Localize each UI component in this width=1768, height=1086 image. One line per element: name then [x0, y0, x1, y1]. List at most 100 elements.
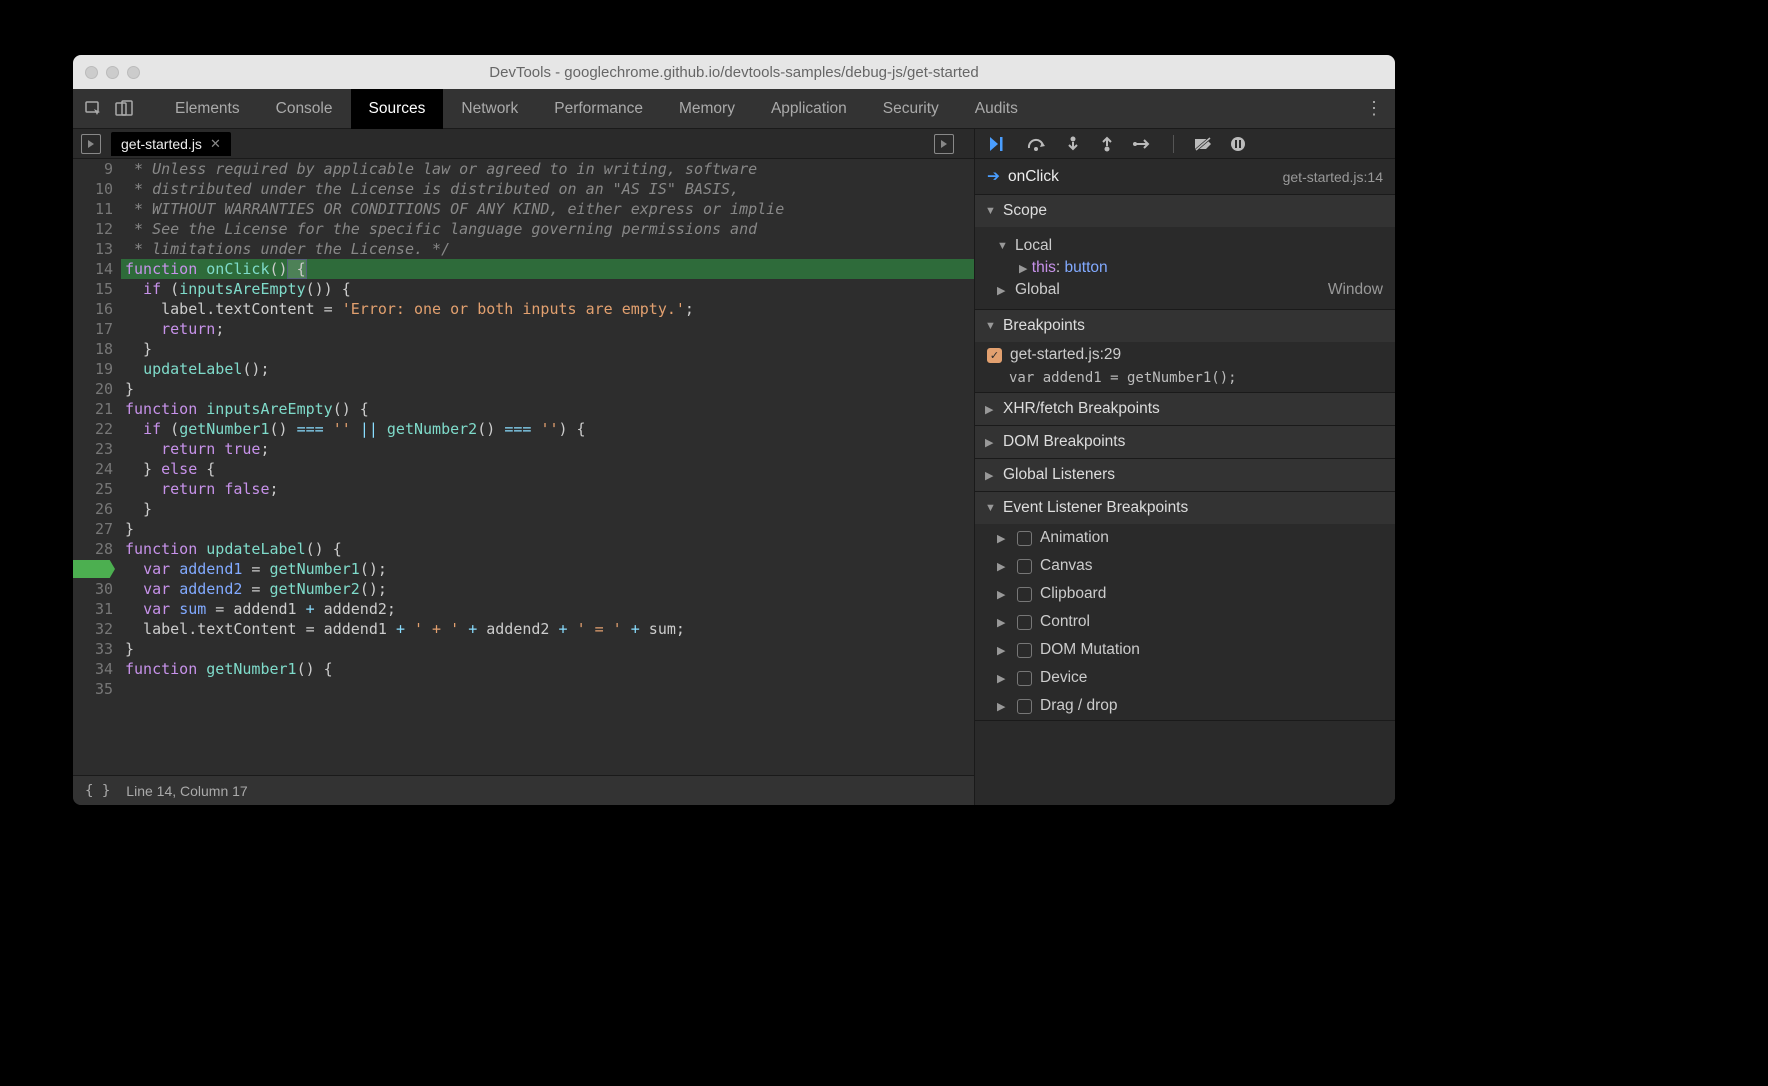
code-line[interactable]: } [121, 519, 974, 539]
event-checkbox[interactable] [1017, 559, 1032, 574]
gutter-line[interactable]: 17 [73, 319, 113, 339]
tab-audits[interactable]: Audits [957, 89, 1036, 129]
code-line[interactable]: return; [121, 319, 974, 339]
code-line[interactable]: } else { [121, 459, 974, 479]
gutter-line[interactable]: 20 [73, 379, 113, 399]
gutter-line[interactable]: 18 [73, 339, 113, 359]
event-checkbox[interactable] [1017, 587, 1032, 602]
code-line[interactable]: function updateLabel() { [121, 539, 974, 559]
code-line[interactable]: * WITHOUT WARRANTIES OR CONDITIONS OF AN… [121, 199, 974, 219]
scope-header[interactable]: ▼Scope [975, 195, 1395, 227]
tab-performance[interactable]: Performance [536, 89, 661, 129]
code-line[interactable]: * limitations under the License. */ [121, 239, 974, 259]
code-line[interactable]: } [121, 499, 974, 519]
code-line[interactable]: var addend1 = getNumber1(); [121, 559, 974, 579]
code-line[interactable]: } [121, 379, 974, 399]
gutter-line[interactable]: 11 [73, 199, 113, 219]
gutter-line[interactable]: 32 [73, 619, 113, 639]
code-line[interactable]: } [121, 639, 974, 659]
gutter-line[interactable]: 25 [73, 479, 113, 499]
gutter-line[interactable]: 31 [73, 599, 113, 619]
code-line[interactable]: return true; [121, 439, 974, 459]
tab-console[interactable]: Console [258, 89, 351, 129]
breakpoints-header[interactable]: ▼Breakpoints [975, 310, 1395, 342]
inspect-icon[interactable] [85, 100, 103, 118]
gutter-line[interactable]: 23 [73, 439, 113, 459]
code-line[interactable]: label.textContent = addend1 + ' + ' + ad… [121, 619, 974, 639]
gutter-line[interactable]: 21 [73, 399, 113, 419]
code-line[interactable]: if (inputsAreEmpty()) { [121, 279, 974, 299]
code-line[interactable]: * See the License for the specific langu… [121, 219, 974, 239]
event-category-dom-mutation[interactable]: ▶DOM Mutation [975, 636, 1395, 664]
event-checkbox[interactable] [1017, 643, 1032, 658]
breakpoint-checkbox[interactable]: ✓ [987, 348, 1002, 363]
gutter-line[interactable]: 12 [73, 219, 113, 239]
gutter-line[interactable]: 13 [73, 239, 113, 259]
event-checkbox[interactable] [1017, 531, 1032, 546]
tab-security[interactable]: Security [865, 89, 957, 129]
gutter-line[interactable]: 34 [73, 659, 113, 679]
code-line[interactable] [121, 679, 974, 699]
code-line[interactable]: } [121, 339, 974, 359]
gutter-line[interactable]: 9 [73, 159, 113, 179]
more-icon[interactable]: ⋮ [1365, 98, 1383, 119]
code-line[interactable]: return false; [121, 479, 974, 499]
code-editor[interactable]: 9101112131415161718192021222324252627282… [73, 159, 974, 775]
scope-local-this[interactable]: ▶ this: button [997, 259, 1395, 277]
code-line[interactable]: if (getNumber1() === '' || getNumber2() … [121, 419, 974, 439]
tab-memory[interactable]: Memory [661, 89, 753, 129]
step-out-icon[interactable] [1099, 136, 1115, 152]
minimize-dot[interactable] [106, 66, 119, 79]
tab-application[interactable]: Application [753, 89, 865, 129]
tab-elements[interactable]: Elements [157, 89, 258, 129]
callstack-frame[interactable]: ➔ onClick get-started.js:14 [975, 159, 1395, 195]
gutter-line[interactable]: 16 [73, 299, 113, 319]
gutter-line[interactable]: 24 [73, 459, 113, 479]
gutter-line[interactable]: 35 [73, 679, 113, 699]
close-tab-icon[interactable]: ✕ [210, 136, 221, 152]
device-toggle-icon[interactable] [115, 100, 133, 118]
event-category-drag-drop[interactable]: ▶Drag / drop [975, 692, 1395, 720]
tab-sources[interactable]: Sources [351, 89, 444, 129]
deactivate-breakpoints-icon[interactable] [1194, 136, 1212, 152]
tab-network[interactable]: Network [443, 89, 536, 129]
code-line[interactable]: label.textContent = 'Error: one or both … [121, 299, 974, 319]
step-icon[interactable] [1133, 136, 1153, 152]
gutter-line[interactable]: 22 [73, 419, 113, 439]
drawer-toggle-icon[interactable] [934, 134, 954, 154]
gutter-line[interactable]: 14 [73, 259, 113, 279]
code-line[interactable]: updateLabel(); [121, 359, 974, 379]
step-into-icon[interactable] [1065, 136, 1081, 152]
event-checkbox[interactable] [1017, 671, 1032, 686]
scope-local[interactable]: ▼Local [997, 233, 1395, 259]
code-line[interactable]: var addend2 = getNumber2(); [121, 579, 974, 599]
pause-exceptions-icon[interactable] [1230, 136, 1246, 152]
gutter-line[interactable]: 15 [73, 279, 113, 299]
gutter-line[interactable]: 28 [73, 539, 113, 559]
editor-tab[interactable]: get-started.js ✕ [111, 132, 231, 156]
gutter-line[interactable]: 29 [73, 559, 113, 579]
xhr-breakpoints-header[interactable]: ▶XHR/fetch Breakpoints [975, 393, 1395, 425]
event-category-animation[interactable]: ▶Animation [975, 524, 1395, 552]
event-category-device[interactable]: ▶Device [975, 664, 1395, 692]
scope-global[interactable]: ▶GlobalWindow [997, 277, 1395, 303]
code-line[interactable]: * distributed under the License is distr… [121, 179, 974, 199]
code-line[interactable]: * Unless required by applicable law or a… [121, 159, 974, 179]
resume-icon[interactable] [989, 136, 1009, 152]
code-line[interactable]: function getNumber1() { [121, 659, 974, 679]
event-checkbox[interactable] [1017, 699, 1032, 714]
event-listener-breakpoints-header[interactable]: ▼Event Listener Breakpoints [975, 492, 1395, 524]
global-listeners-header[interactable]: ▶Global Listeners [975, 459, 1395, 491]
event-category-clipboard[interactable]: ▶Clipboard [975, 580, 1395, 608]
close-dot[interactable] [85, 66, 98, 79]
gutter-line[interactable]: 33 [73, 639, 113, 659]
event-category-control[interactable]: ▶Control [975, 608, 1395, 636]
gutter-line[interactable]: 26 [73, 499, 113, 519]
event-category-canvas[interactable]: ▶Canvas [975, 552, 1395, 580]
breakpoint-item[interactable]: ✓ get-started.js:29 [975, 342, 1395, 368]
event-checkbox[interactable] [1017, 615, 1032, 630]
zoom-dot[interactable] [127, 66, 140, 79]
gutter-line[interactable]: 30 [73, 579, 113, 599]
code-line[interactable]: function onClick() { [121, 259, 974, 279]
code-line[interactable]: var sum = addend1 + addend2; [121, 599, 974, 619]
